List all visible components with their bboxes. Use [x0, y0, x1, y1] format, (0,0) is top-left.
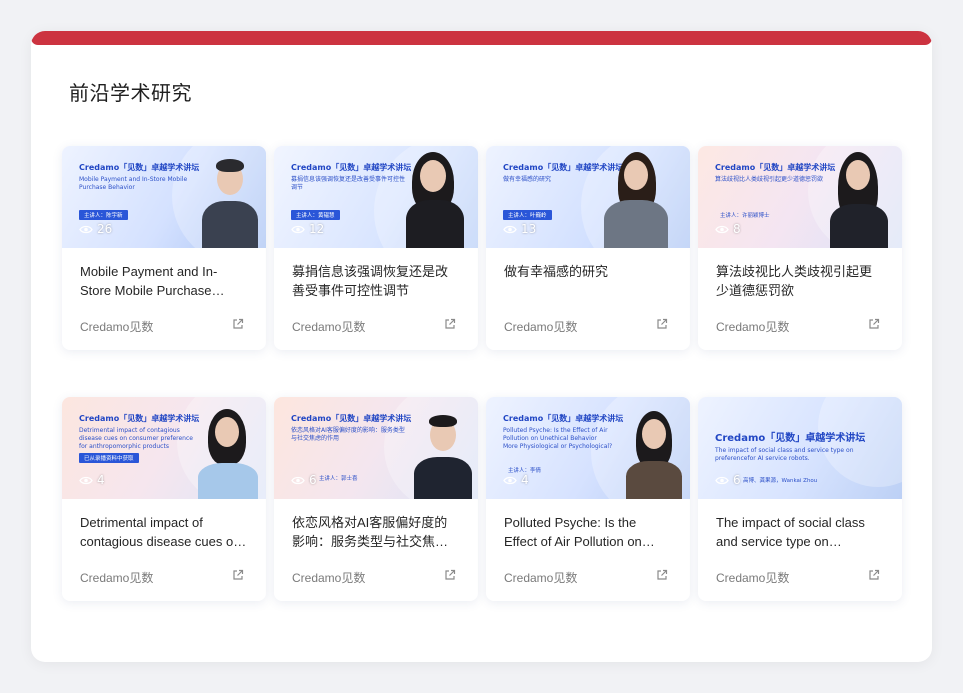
video-card[interactable]: Credamo「见数」卓越学术讲坛 The impact of social c… [698, 397, 902, 601]
card-title[interactable]: 募捐信息该强调恢复还是改善受事件可控性调节 [292, 262, 460, 300]
speaker-photo [622, 409, 686, 499]
eye-icon [715, 476, 729, 484]
video-thumbnail[interactable]: Credamo「见数」卓越学术讲坛 Polluted Psyche: Is th… [486, 397, 690, 499]
video-thumbnail[interactable]: Credamo「见数」卓越学术讲坛 募捐信息该强调恢复还是改善受事件可控性调节 … [274, 146, 478, 248]
speaker-photo [196, 407, 260, 499]
speaker-photo [596, 148, 676, 248]
view-count-value: 13 [521, 222, 537, 236]
video-thumbnail[interactable]: Credamo「见数」卓越学术讲坛 做有幸福感的研究 主讲人：叶巍岭 13 [486, 146, 690, 248]
thumbnail-speaker: 主讲人：叶巍岭 [503, 210, 552, 220]
speaker-photo [200, 153, 260, 248]
card-title[interactable]: 算法歧视比人类歧视引起更少道德惩罚欲 [716, 262, 884, 300]
section-title: 前沿学术研究 [69, 81, 192, 105]
speaker-photo [414, 411, 472, 499]
view-count-value: 6 [309, 473, 317, 487]
view-count-value: 8 [733, 222, 741, 236]
academic-research-panel: 前沿学术研究 Credamo「见数」卓越学术讲坛 Mobile Payment … [31, 31, 932, 662]
card-title[interactable]: 依恋风格对AI客服偏好度的影响：服务类型与社交焦虑的作用 [292, 513, 460, 551]
view-count-value: 12 [309, 222, 325, 236]
thumbnail-brand: Credamo「见数」卓越学术讲坛 [291, 163, 412, 172]
card-source: Credamo见数 [504, 571, 578, 585]
card-title[interactable]: Mobile Payment and In-Store Mobile Purch… [80, 262, 248, 300]
eye-icon [503, 225, 517, 233]
view-count: 6 [715, 473, 741, 487]
thumbnail-subtitle: 依恋风格对AI客服偏好度的影响：服务类型与社交焦虑的作用 [291, 427, 405, 442]
view-count: 12 [291, 222, 324, 236]
share-icon[interactable] [656, 569, 668, 581]
thumbnail-brand: Credamo「见数」卓越学术讲坛 [715, 433, 866, 444]
thumbnail-speaker: 主讲人：许丽颖博士 [720, 213, 770, 219]
card-title[interactable]: Polluted Psyche: Is the Effect of Air Po… [504, 513, 672, 551]
video-card[interactable]: Credamo「见数」卓越学术讲坛 算法歧视比人类歧视引起更少道德惩罚欲 主讲人… [698, 146, 902, 350]
card-title[interactable]: Detrimental impact of contagious disease… [80, 513, 248, 551]
accent-bar [31, 31, 932, 45]
eye-icon [715, 225, 729, 233]
video-card[interactable]: Credamo「见数」卓越学术讲坛 做有幸福感的研究 主讲人：叶巍岭 13 做有… [486, 146, 690, 350]
view-count-value: 4 [97, 473, 105, 487]
share-icon[interactable] [444, 318, 456, 330]
video-thumbnail[interactable]: Credamo「见数」卓越学术讲坛 依恋风格对AI客服偏好度的影响：服务类型与社… [274, 397, 478, 499]
thumbnail-speaker: 主讲人：陈宇新 [79, 210, 128, 220]
eye-icon [503, 476, 517, 484]
view-count-value: 6 [733, 473, 741, 487]
card-source: Credamo见数 [716, 571, 790, 585]
video-card[interactable]: Credamo「见数」卓越学术讲坛 依恋风格对AI客服偏好度的影响：服务类型与社… [274, 397, 478, 601]
card-source: Credamo见数 [716, 320, 790, 334]
video-card[interactable]: Credamo「见数」卓越学术讲坛 Detrimental impact of … [62, 397, 266, 601]
video-card[interactable]: Credamo「见数」卓越学术讲坛 Polluted Psyche: Is th… [486, 397, 690, 601]
thumbnail-brand: Credamo「见数」卓越学术讲坛 [503, 414, 624, 423]
speaker-photo [402, 148, 468, 248]
card-source: Credamo见数 [80, 320, 154, 334]
view-count: 4 [79, 473, 105, 487]
view-count-value: 26 [97, 222, 113, 236]
view-count: 6 [291, 473, 317, 487]
video-thumbnail[interactable]: Credamo「见数」卓越学术讲坛 The impact of social c… [698, 397, 902, 499]
video-thumbnail[interactable]: Credamo「见数」卓越学术讲坛 Detrimental impact of … [62, 397, 266, 499]
share-icon[interactable] [868, 569, 880, 581]
video-thumbnail[interactable]: Credamo「见数」卓越学术讲坛 算法歧视比人类歧视引起更少道德惩罚欲 主讲人… [698, 146, 902, 248]
share-icon[interactable] [868, 318, 880, 330]
eye-icon [79, 476, 93, 484]
thumbnail-subtitle: Mobile Payment and In-Store Mobile Purch… [79, 176, 188, 191]
thumbnail-subtitle: 算法歧视比人类歧视引起更少道德惩罚欲 [715, 176, 824, 183]
card-source: Credamo见数 [80, 571, 154, 585]
card-source: Credamo见数 [504, 320, 578, 334]
video-card[interactable]: Credamo「见数」卓越学术讲坛 Mobile Payment and In-… [62, 146, 266, 350]
thumbnail-speaker: 主讲人：郭士喜 [319, 476, 358, 482]
card-title[interactable]: 做有幸福感的研究 [504, 262, 672, 281]
thumbnail-speaker: 高博、龚果源，Wankai Zhou [743, 478, 818, 484]
thumbnail-subtitle: Detrimental impact of contagious disease… [79, 427, 193, 450]
thumbnail-subtitle: The impact of social class and service t… [715, 447, 854, 462]
share-icon[interactable] [656, 318, 668, 330]
eye-icon [291, 476, 305, 484]
card-title[interactable]: The impact of social class and service t… [716, 513, 884, 551]
thumbnail-subtitle: 募捐信息该强调恢复还是改善受事件可控性调节 [291, 176, 406, 191]
view-count: 26 [79, 222, 112, 236]
eye-icon [291, 225, 305, 233]
view-count: 4 [503, 473, 529, 487]
thumbnail-brand: Credamo「见数」卓越学术讲坛 [291, 414, 412, 423]
thumbnail-brand: Credamo「见数」卓越学术讲坛 [715, 163, 836, 172]
view-count: 13 [503, 222, 536, 236]
video-thumbnail[interactable]: Credamo「见数」卓越学术讲坛 Mobile Payment and In-… [62, 146, 266, 248]
view-count-value: 4 [521, 473, 529, 487]
share-icon[interactable] [444, 569, 456, 581]
card-source: Credamo见数 [292, 320, 366, 334]
view-count: 8 [715, 222, 741, 236]
thumbnail-brand: Credamo「见数」卓越学术讲坛 [79, 163, 200, 172]
card-source: Credamo见数 [292, 571, 366, 585]
speaker-photo [826, 150, 892, 248]
eye-icon [79, 225, 93, 233]
video-card[interactable]: Credamo「见数」卓越学术讲坛 募捐信息该强调恢复还是改善受事件可控性调节 … [274, 146, 478, 350]
thumbnail-speaker: 主讲人：黄韫慧 [291, 210, 340, 220]
share-icon[interactable] [232, 569, 244, 581]
thumbnail-speaker: 已从录播资料中获取 [79, 453, 139, 463]
thumbnail-subtitle: Polluted Psyche: Is the Effect of Air Po… [503, 427, 613, 450]
share-icon[interactable] [232, 318, 244, 330]
thumbnail-brand: Credamo「见数」卓越学术讲坛 [79, 414, 200, 423]
